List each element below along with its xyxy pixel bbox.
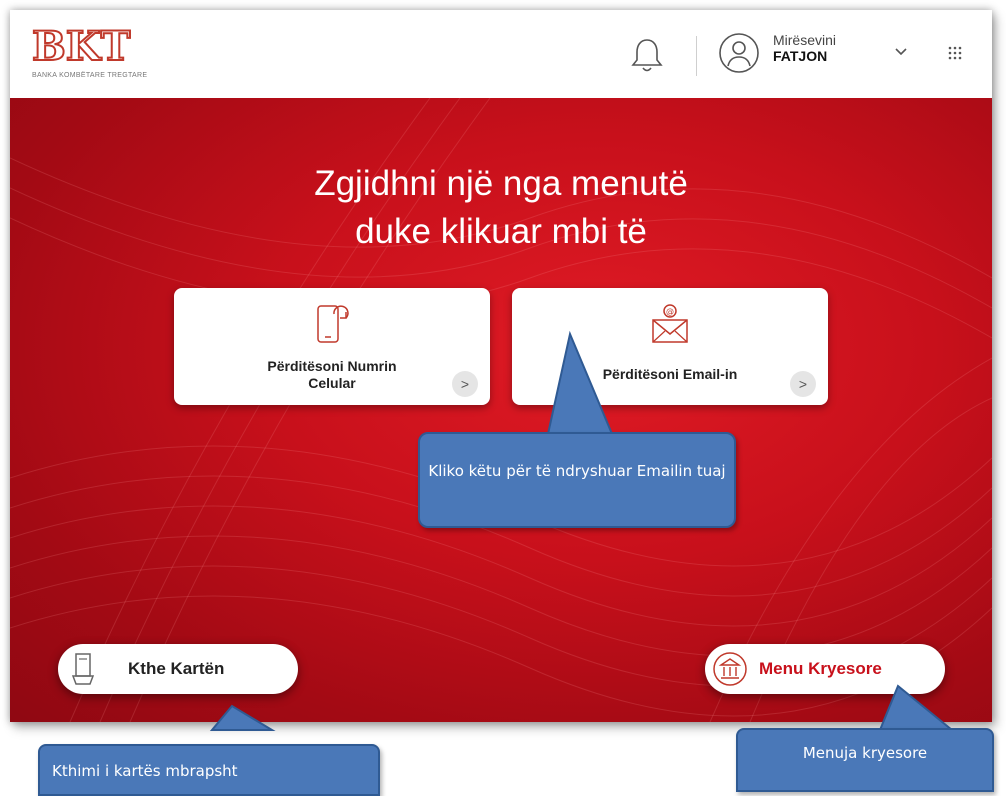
headline-line-2: duke klikuar mbi të [355,212,647,251]
greeting-text: Mirësevini [773,32,837,48]
chevron-right-icon[interactable]: > [452,371,478,397]
chevron-right-icon[interactable]: > [790,371,816,397]
update-phone-label: Përditësoni Numrin Celular [174,358,490,392]
headline-line-1: Zgjidhni një nga menutë [314,164,688,203]
user-avatar-icon[interactable] [718,32,760,74]
return-card-button[interactable]: Kthe Kartën [58,644,298,694]
bank-building-icon [711,650,749,688]
page-headline: Zgjidhni një nga menutë duke klikuar mbi… [10,160,992,256]
bkt-logo[interactable]: BKT BANKA KOMBËTARE TREGTARE [31,23,172,94]
main-menu-button[interactable]: Menu Kryesore [705,644,945,694]
atm-screen: BKT BANKA KOMBËTARE TREGTARE Mirësevini … [10,10,992,722]
logo-mark: BKT [31,23,131,71]
email-hint-callout: Kliko këtu për të ndryshuar Emailin tuaj [418,432,736,528]
main-menu-label: Menu Kryesore [759,659,882,678]
header-divider [696,36,697,76]
update-phone-label-line-2: Celular [308,375,356,391]
user-greeting: Mirësevini FATJON [773,32,836,64]
chevron-down-icon[interactable] [894,44,908,56]
email-refresh-icon: @ [650,302,690,346]
update-email-label: Përditësoni Email-in [602,366,738,382]
bell-icon[interactable] [630,36,664,76]
logo-subtitle: BANKA KOMBËTARE TREGTARE [32,72,148,79]
update-phone-label-line-1: Përditësoni Numrin [267,358,397,374]
svg-text:@: @ [666,307,674,316]
main-menu-hint-callout: Menuja kryesore [736,728,994,792]
return-card-label: Kthe Kartën [128,659,225,678]
user-name: FATJON [773,48,828,64]
return-card-hint-callout: Kthimi i kartës mbrapsht [38,744,380,796]
apps-grid-icon[interactable] [948,46,962,60]
update-phone-card[interactable]: Përditësoni Numrin Celular > [174,288,490,405]
top-bar: BKT BANKA KOMBËTARE TREGTARE Mirësevini … [10,10,992,98]
phone-refresh-icon [312,302,352,346]
main-panel: Zgjidhni një nga menutë duke klikuar mbi… [10,98,992,722]
card-return-icon [64,650,102,688]
update-email-card[interactable]: @ Përditësoni Email-in > [512,288,828,405]
